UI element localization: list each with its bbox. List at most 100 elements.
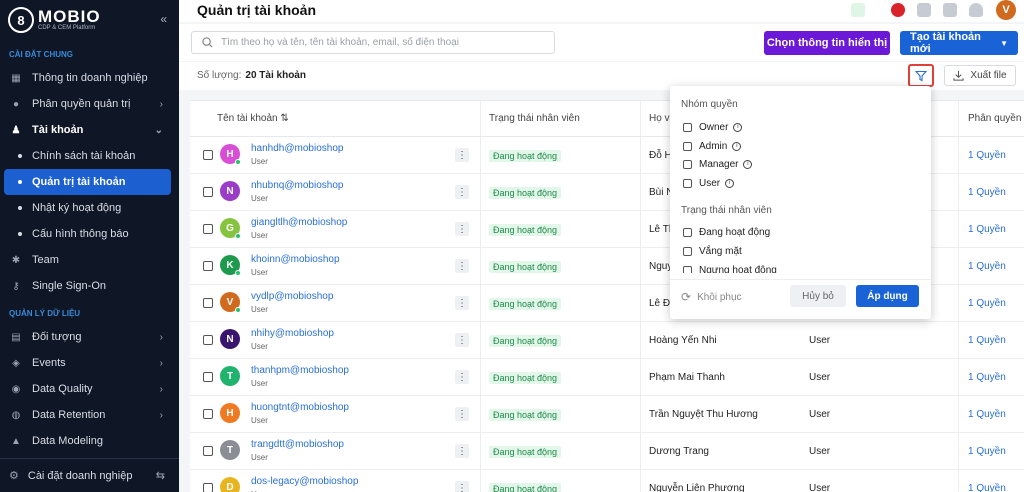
row-checkbox[interactable] <box>203 409 213 419</box>
modeling-icon: ▲ <box>11 435 21 447</box>
more-options-icon[interactable]: ⋮ <box>455 222 469 236</box>
user-role: User <box>251 231 268 240</box>
sidebar-subitem-activity-log[interactable]: Nhật ký hoạt động <box>0 195 179 221</box>
row-checkbox[interactable] <box>203 335 213 345</box>
sidebar-item-data-retention[interactable]: ◍ Data Retention › <box>0 402 179 428</box>
more-options-icon[interactable]: ⋮ <box>455 148 469 162</box>
info-icon[interactable]: i <box>725 178 735 188</box>
row-checkbox[interactable] <box>203 372 213 382</box>
username-link[interactable]: thanhpm@mobioshop <box>251 365 349 376</box>
sidebar-item-objects[interactable]: ▤ Đối tượng › <box>0 324 179 350</box>
sidebar-subitem-account-policy[interactable]: Chính sách tài khoản <box>0 143 179 169</box>
app-switch-icon[interactable] <box>851 3 865 17</box>
sidebar-item-data-modeling[interactable]: ▲ Data Modeling <box>0 428 179 454</box>
info-icon[interactable]: i <box>743 159 753 169</box>
row-checkbox[interactable] <box>203 446 213 456</box>
username-link[interactable]: khoinn@mobioshop <box>251 254 340 265</box>
sidebar-item-data-quality[interactable]: ◉ Data Quality › <box>0 376 179 402</box>
create-account-button[interactable]: Tạo tài khoản mới ▼ <box>900 31 1018 55</box>
more-options-icon[interactable]: ⋮ <box>455 185 469 199</box>
help-icon[interactable] <box>943 3 957 17</box>
more-options-icon[interactable]: ⋮ <box>455 259 469 273</box>
username-link[interactable]: nhihy@mobioshop <box>251 328 334 339</box>
table-row[interactable]: T trangdtt@mobioshop User ⋮ Đang hoạt độ… <box>190 433 1024 470</box>
table-row[interactable]: N nhihy@mobioshop User ⋮ Đang hoạt động … <box>190 322 1024 359</box>
info-icon[interactable]: i <box>732 141 742 151</box>
permission-link[interactable]: 1 Quyền <box>968 224 1006 235</box>
more-options-icon[interactable]: ⋮ <box>455 481 469 492</box>
username-link[interactable]: huongtnt@mobioshop <box>251 402 349 413</box>
row-checkbox[interactable] <box>203 187 213 197</box>
filter-option-absent[interactable]: Vắng mặt <box>683 245 742 257</box>
swap-icon[interactable]: ⇆ <box>156 469 165 482</box>
more-options-icon[interactable]: ⋮ <box>455 333 469 347</box>
checkbox[interactable] <box>683 141 692 151</box>
row-checkbox[interactable] <box>203 224 213 234</box>
table-row[interactable]: H huongtnt@mobioshop User ⋮ Đang hoạt độ… <box>190 396 1024 433</box>
more-options-icon[interactable]: ⋮ <box>455 407 469 421</box>
restore-button[interactable]: ⟳ Khôi phục <box>681 290 742 304</box>
sidebar-item-admin-permissions[interactable]: ● Phân quyền quản trị › <box>0 91 179 117</box>
permission-link[interactable]: 1 Quyền <box>968 261 1006 272</box>
sidebar-item-events[interactable]: ◈ Events › <box>0 350 179 376</box>
apply-button[interactable]: Áp dụng <box>856 285 919 307</box>
bell-icon[interactable] <box>969 3 983 17</box>
permission-link[interactable]: 1 Quyền <box>968 446 1006 457</box>
more-options-icon[interactable]: ⋮ <box>455 296 469 310</box>
permission-link[interactable]: 1 Quyền <box>968 483 1006 492</box>
checkbox[interactable] <box>683 227 692 237</box>
user-avatar[interactable]: V <box>996 0 1016 20</box>
checkbox[interactable] <box>683 246 692 256</box>
username-link[interactable]: vydlp@mobioshop <box>251 291 333 302</box>
cancel-button[interactable]: Hủy bỏ <box>790 285 846 307</box>
permission-link[interactable]: 1 Quyền <box>968 187 1006 198</box>
username-link[interactable]: hanhdh@mobioshop <box>251 143 343 154</box>
table-row[interactable]: T thanhpm@mobioshop User ⋮ Đang hoạt độn… <box>190 359 1024 396</box>
sidebar-item-company-info[interactable]: ▦ Thông tin doanh nghiệp <box>0 65 179 91</box>
row-checkbox[interactable] <box>203 261 213 271</box>
username-link[interactable]: dos-legacy@mobioshop <box>251 476 358 487</box>
checkbox[interactable] <box>683 159 692 169</box>
username-link[interactable]: trangdtt@mobioshop <box>251 439 344 450</box>
row-checkbox[interactable] <box>203 483 213 492</box>
sidebar-item-team[interactable]: ✱ Team <box>0 247 179 273</box>
caret-down-icon[interactable]: ▼ <box>1000 39 1008 48</box>
username-link[interactable]: giangltlh@mobioshop <box>251 217 347 228</box>
language-flag-icon[interactable] <box>891 3 905 17</box>
table-row[interactable]: D dos-legacy@mobioshop User ⋮ Đang hoạt … <box>190 470 1024 492</box>
more-options-icon[interactable]: ⋮ <box>455 370 469 384</box>
filter-button[interactable] <box>908 64 934 87</box>
sidebar-subitem-notification-config[interactable]: Cấu hình thông báo <box>0 221 179 247</box>
filter-option-inactive[interactable]: Ngưng hoạt động <box>683 264 777 273</box>
checkbox[interactable] <box>683 266 692 273</box>
search-box[interactable] <box>191 31 555 54</box>
username-link[interactable]: nhubnq@mobioshop <box>251 180 343 191</box>
filter-option-active[interactable]: Đang hoạt động <box>683 226 770 238</box>
permission-link[interactable]: 1 Quyền <box>968 298 1006 309</box>
filter-option-admin[interactable]: Admin i <box>683 140 742 152</box>
choose-display-info-button[interactable]: Chọn thông tin hiển thị <box>764 31 890 55</box>
filter-option-user[interactable]: User i <box>683 177 735 189</box>
search-input[interactable] <box>221 37 541 48</box>
permission-link[interactable]: 1 Quyền <box>968 372 1006 383</box>
sidebar-item-sso[interactable]: ⚷ Single Sign-On <box>0 273 179 299</box>
sidebar-subitem-account-admin[interactable]: Quản trị tài khoản <box>4 169 171 195</box>
sidebar-item-accounts[interactable]: ♟ Tài khoản ⌄ <box>0 117 179 143</box>
collapse-sidebar-icon[interactable]: « <box>160 12 167 26</box>
row-checkbox[interactable] <box>203 150 213 160</box>
more-options-icon[interactable]: ⋮ <box>455 444 469 458</box>
header-username[interactable]: Tên tài khoản ⇅ <box>217 113 289 124</box>
sort-icon[interactable]: ⇅ <box>280 113 288 124</box>
permission-link[interactable]: 1 Quyền <box>968 335 1006 346</box>
checkbox[interactable] <box>683 178 692 188</box>
permission-link[interactable]: 1 Quyền <box>968 150 1006 161</box>
book-icon[interactable] <box>917 3 931 17</box>
filter-option-owner[interactable]: Owner i <box>683 121 743 133</box>
checkbox[interactable] <box>683 122 692 132</box>
sidebar-footer-company-settings[interactable]: ⚙ Cài đặt doanh nghiệp ⇆ <box>0 458 179 492</box>
info-icon[interactable]: i <box>733 122 743 132</box>
filter-option-manager[interactable]: Manager i <box>683 158 753 170</box>
permission-link[interactable]: 1 Quyền <box>968 409 1006 420</box>
export-file-button[interactable]: Xuất file <box>944 65 1016 86</box>
row-checkbox[interactable] <box>203 298 213 308</box>
